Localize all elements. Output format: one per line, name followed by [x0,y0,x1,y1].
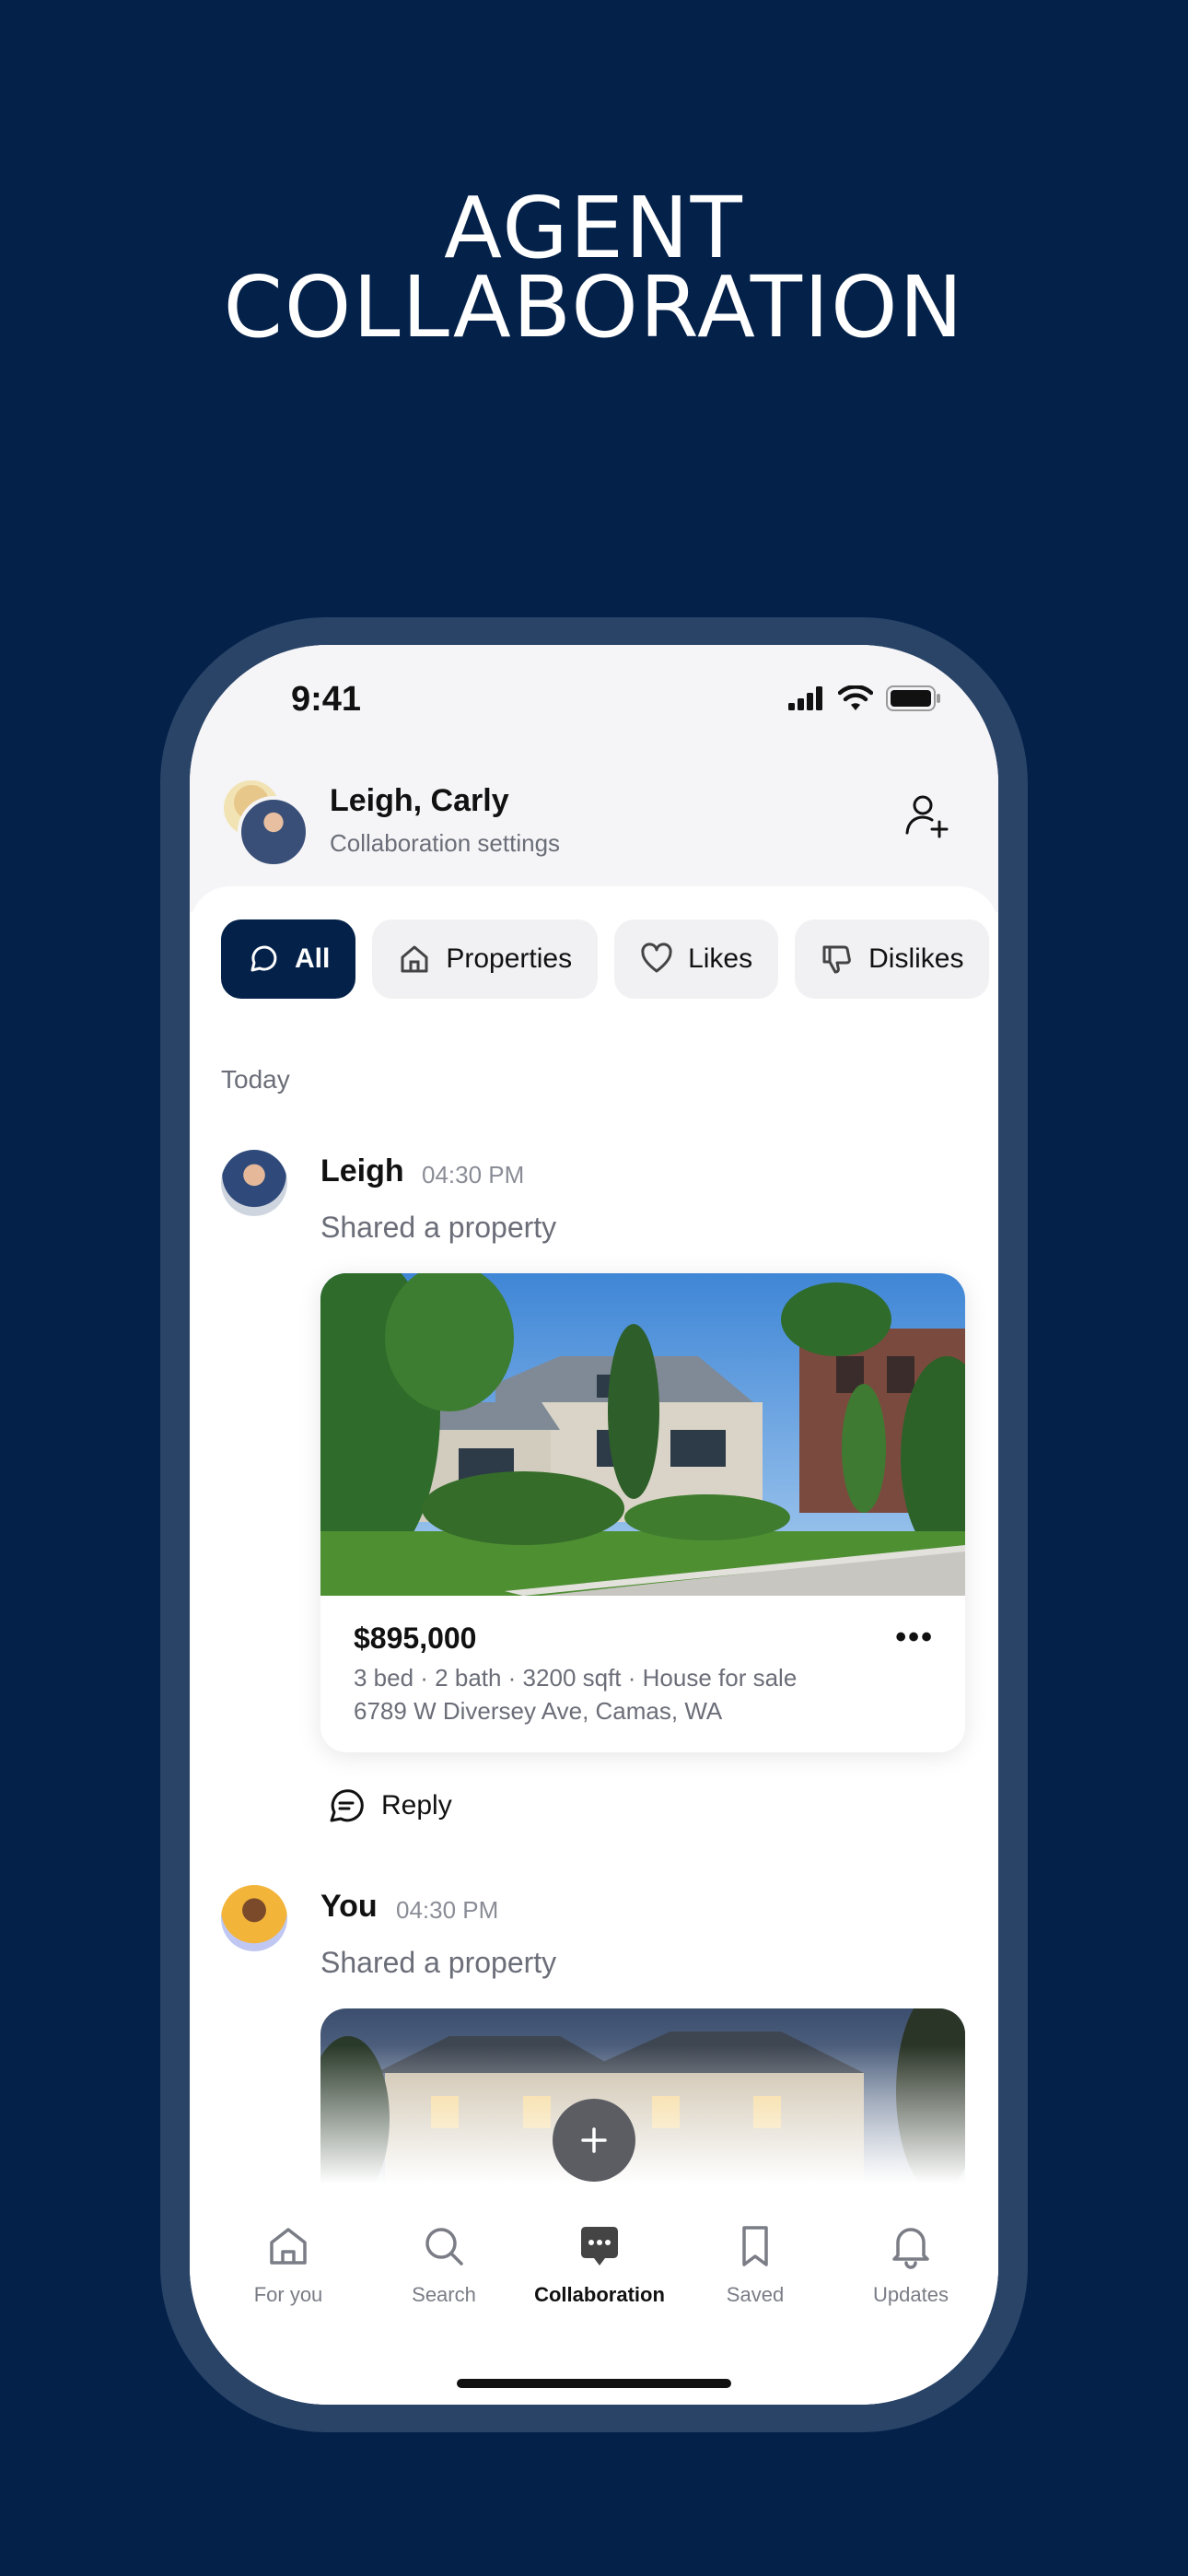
collaboration-settings-link[interactable]: Collaboration settings [330,829,560,858]
message-text: Shared a property [320,1211,557,1244]
status-icons [788,685,941,711]
reply-label: Reply [381,1790,452,1821]
property-card[interactable]: $895,000 ••• 3 bed · 2 bath · 3200 sqft … [320,1273,965,1752]
avatar[interactable] [221,1150,287,1216]
signal-icon [788,686,822,710]
tab-label: Saved [726,2283,785,2306]
section-today: Today [221,1065,290,1094]
tab-bar: For you Search Collaboration Saved Updat… [190,2195,998,2405]
message-sender: Leigh [320,1153,404,1188]
phone-screen: 9:41 Leigh, Carly Collaboration settings… [190,645,998,2405]
feed-content: All Properties Likes Dislikes Today Leig… [190,886,998,2405]
add-user-icon [905,795,949,838]
filter-properties[interactable]: Properties [372,919,599,999]
headline-line-2: COLLABORATION [223,258,965,357]
tab-search[interactable]: Search [366,2219,522,2307]
filter-all-label: All [295,943,331,974]
property-price: $895,000 [354,1622,477,1655]
reply-button[interactable]: Reply [326,1786,452,1826]
filter-likes[interactable]: Likes [614,919,779,999]
property-card[interactable] [320,2008,965,2193]
home-icon [270,2228,307,2265]
tab-label: For you [253,2283,323,2306]
filter-properties-label: Properties [446,943,573,974]
plus-icon [581,2127,607,2153]
filter-chips: All Properties Likes Dislikes [221,919,990,999]
marketing-headline: AGENT COLLABORATION [0,179,1188,357]
top-area: 9:41 Leigh, Carly Collaboration settings [190,645,998,912]
heart-icon [641,943,672,973]
tab-saved[interactable]: Saved [677,2219,833,2307]
add-user-button[interactable] [901,790,952,847]
headline-line-1: AGENT [444,179,744,277]
tab-label: Search [412,2283,476,2306]
home-indicator[interactable] [457,2379,731,2388]
chat-bubble-icon [250,945,277,972]
message-time: 04:30 PM [422,1161,525,1188]
filter-dislikes[interactable]: Dislikes [795,919,990,999]
reply-icon [330,1789,364,1822]
avatar[interactable] [221,1885,287,1951]
collaboration-title[interactable]: Leigh, Carly [330,783,509,819]
tab-label: Updates [873,2283,949,2306]
tab-label: Collaboration [534,2283,665,2306]
avatar-leigh [238,796,309,868]
filter-likes-label: Likes [688,943,753,974]
filter-dislikes-label: Dislikes [868,943,964,974]
property-photo [320,2008,965,2193]
search-icon [425,2228,463,2266]
property-details: 3 bed · 2 bath · 3200 sqft · House for s… [354,1664,798,1692]
tab-updates[interactable]: Updates [833,2219,989,2307]
filter-all[interactable]: All [221,919,356,999]
property-address: 6789 W Diversey Ave, Camas, WA [354,1697,723,1725]
tab-for-you[interactable]: For you [210,2219,367,2307]
thumbs-down-icon [822,945,851,974]
bookmark-icon [742,2226,768,2266]
property-photo [320,1273,965,1596]
bell-icon [892,2228,929,2269]
add-button[interactable] [553,2099,635,2182]
house-icon [401,945,428,973]
wifi-icon [838,685,873,710]
chat-dots-icon [581,2227,618,2266]
message-sender: You [320,1889,378,1924]
message-time: 04:30 PM [396,1896,499,1924]
tab-collaboration[interactable]: Collaboration [521,2219,678,2307]
message-text: Shared a property [320,1946,557,1979]
more-options-icon[interactable]: ••• [895,1620,934,1656]
battery-icon [886,685,940,711]
status-time: 9:41 [291,680,362,719]
